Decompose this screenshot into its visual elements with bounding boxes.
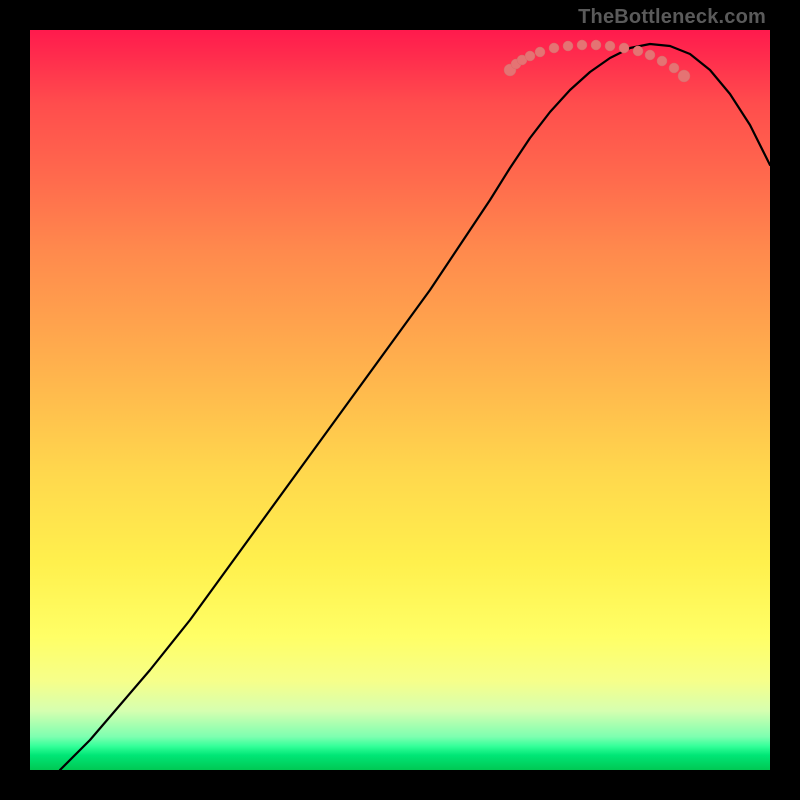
curve-marker (591, 40, 601, 50)
curve-marker (657, 56, 667, 66)
curve-marker (577, 40, 587, 50)
curve-marker (535, 47, 545, 57)
curve-marker (678, 70, 690, 82)
curve-marker (633, 46, 643, 56)
curve-marker (645, 50, 655, 60)
curve-marker (669, 63, 679, 73)
curve-svg (30, 30, 770, 770)
curve-marker (549, 43, 559, 53)
plot-area (30, 30, 770, 770)
curve-marker (605, 41, 615, 51)
watermark-text: TheBottleneck.com (578, 6, 766, 29)
chart-frame: TheBottleneck.com (0, 0, 800, 800)
curve-marker (563, 41, 573, 51)
bottleneck-curve (60, 44, 770, 770)
curve-marker (525, 51, 535, 61)
curve-marker (619, 43, 629, 53)
